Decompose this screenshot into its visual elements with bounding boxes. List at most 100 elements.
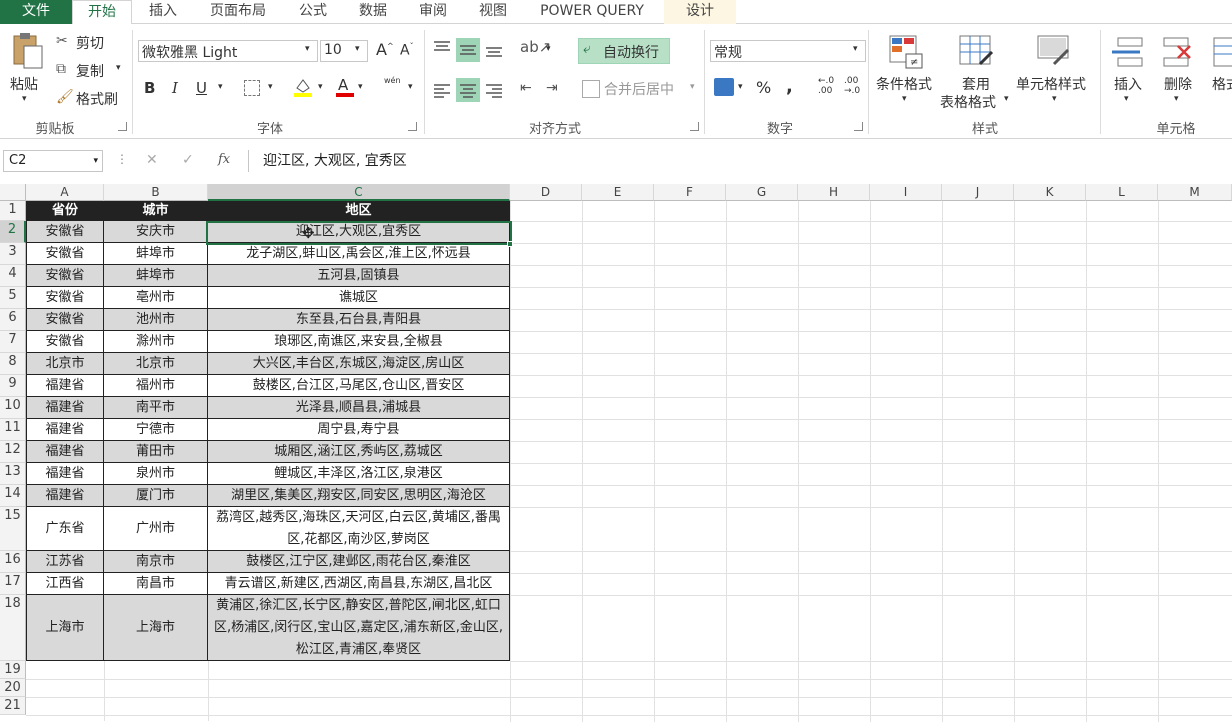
table-cell[interactable]: 安徽省 (26, 243, 104, 265)
table-cell[interactable]: 安徽省 (26, 265, 104, 287)
table-cell[interactable]: 鼓楼区,江宁区,建邺区,雨花台区,秦淮区 (208, 551, 510, 573)
italic-button[interactable]: I (172, 79, 178, 97)
table-cell[interactable]: 滁州市 (104, 331, 208, 353)
align-bottom-icon[interactable] (484, 38, 504, 58)
table-cell[interactable]: 泉州市 (104, 463, 208, 485)
tab-view[interactable]: 视图 (470, 0, 516, 24)
table-cell[interactable]: 安徽省 (26, 331, 104, 353)
font-color-icon[interactable]: A (334, 76, 356, 98)
table-cell[interactable]: 福建省 (26, 485, 104, 507)
table-cell[interactable]: 北京市 (26, 353, 104, 375)
bold-button[interactable]: B (144, 79, 155, 97)
decrease-decimal-icon[interactable]: .00 →.0 (844, 76, 860, 96)
table-cell[interactable]: 鼓楼区,台江区,马尾区,仓山区,晋安区 (208, 375, 510, 397)
table-cell[interactable]: 大兴区,丰台区,东城区,海淀区,房山区 (208, 353, 510, 375)
chevron-down-icon[interactable]: ▾ (218, 82, 223, 92)
table-cell[interactable]: 南昌市 (104, 573, 208, 595)
table-cell[interactable]: 青云谱区,新建区,西湖区,南昌县,东湖区,昌北区 (208, 573, 510, 595)
table-header-cell[interactable]: 地区 (208, 201, 510, 221)
increase-decimal-icon[interactable]: ←.0.00 (818, 76, 834, 96)
chevron-down-icon[interactable]: ▾ (318, 82, 323, 92)
chevron-down-icon[interactable]: ▾ (408, 82, 413, 92)
table-cell[interactable]: 五河县,固镇县 (208, 265, 510, 287)
table-cell[interactable]: 谯城区 (208, 287, 510, 309)
merge-center-button[interactable]: 合并后居中 (604, 79, 674, 99)
increase-indent-icon[interactable]: ⇥ (546, 80, 558, 96)
comma-button[interactable]: , (786, 76, 793, 97)
column-header-a[interactable]: A (26, 184, 104, 201)
column-header-m[interactable]: M (1158, 184, 1232, 201)
table-cell[interactable]: 福建省 (26, 441, 104, 463)
paste-button[interactable]: 粘贴 (10, 74, 38, 94)
delete-cells-button[interactable]: 删除 (1164, 74, 1192, 94)
chevron-down-icon[interactable]: ▾ (690, 82, 695, 92)
tab-page-layout[interactable]: 页面布局 (200, 0, 276, 24)
column-header-g[interactable]: G (726, 184, 798, 201)
table-cell[interactable]: 蚌埠市 (104, 265, 208, 287)
alignment-launcher-icon[interactable] (690, 122, 699, 131)
grow-font-icon[interactable]: A^ (376, 40, 394, 59)
cancel-icon[interactable]: ✕ (146, 152, 158, 168)
row-header-15[interactable]: 15 (0, 507, 26, 551)
cut-button[interactable]: 剪切 (76, 33, 104, 53)
wrap-text-button[interactable]: ⤶ 自动换行 (578, 38, 670, 64)
table-cell[interactable]: 龙子湖区,蚌山区,禹会区,淮上区,怀远县 (208, 243, 510, 265)
row-header-20[interactable]: 20 (0, 679, 26, 697)
table-cell[interactable]: 安徽省 (26, 221, 104, 243)
font-name-select[interactable]: 微软雅黑 Light ▾ (138, 40, 318, 62)
chevron-down-icon[interactable]: ▾ (738, 82, 743, 92)
column-header-i[interactable]: I (870, 184, 942, 201)
column-header-k[interactable]: K (1014, 184, 1086, 201)
copy-button[interactable]: 复制 (76, 61, 104, 81)
fill-color-icon[interactable] (292, 76, 314, 98)
table-cell[interactable]: 江西省 (26, 573, 104, 595)
row-header-18[interactable]: 18 (0, 595, 26, 661)
table-cell[interactable]: 莆田市 (104, 441, 208, 463)
align-top-icon[interactable] (432, 38, 452, 58)
format-as-table-line1[interactable]: 套用 (962, 74, 990, 94)
table-cell[interactable]: 亳州市 (104, 287, 208, 309)
table-cell[interactable]: 池州市 (104, 309, 208, 331)
column-header-f[interactable]: F (654, 184, 726, 201)
table-cell[interactable]: 光泽县,顺昌县,浦城县 (208, 397, 510, 419)
shrink-font-icon[interactable]: Aˇ (400, 42, 414, 59)
table-cell[interactable]: 福建省 (26, 419, 104, 441)
chevron-down-icon[interactable]: ▾ (1174, 94, 1179, 104)
cell-styles-button[interactable]: 单元格样式 (1016, 74, 1086, 94)
chevron-down-icon[interactable]: ▾ (1124, 94, 1129, 104)
table-cell[interactable]: 上海市 (104, 595, 208, 661)
select-all-corner[interactable] (0, 184, 26, 201)
conditional-format-button[interactable]: 条件格式 (876, 74, 932, 94)
phonetic-guide-icon[interactable]: wén (384, 76, 401, 85)
font-launcher-icon[interactable] (408, 122, 417, 131)
align-middle-icon[interactable] (456, 38, 480, 62)
format-as-table-button[interactable]: 表格格式 (940, 92, 996, 112)
decrease-indent-icon[interactable]: ⇤ (520, 80, 532, 96)
number-launcher-icon[interactable] (854, 122, 863, 131)
table-cell[interactable]: 江苏省 (26, 551, 104, 573)
fill-handle[interactable] (507, 241, 513, 247)
table-cell[interactable]: 城厢区,涵江区,秀屿区,荔城区 (208, 441, 510, 463)
tab-data[interactable]: 数据 (350, 0, 396, 24)
underline-button[interactable]: U (196, 79, 207, 97)
table-cell[interactable]: 安徽省 (26, 287, 104, 309)
table-cell[interactable]: 湖里区,集美区,翔安区,同安区,思明区,海沧区 (208, 485, 510, 507)
column-header-e[interactable]: E (582, 184, 654, 201)
chevron-down-icon[interactable]: ▾ (1052, 94, 1057, 104)
percent-button[interactable]: % (756, 78, 771, 97)
paste-icon[interactable] (10, 32, 44, 72)
column-header-l[interactable]: L (1086, 184, 1158, 201)
table-cell[interactable]: 蚌埠市 (104, 243, 208, 265)
tab-power-query[interactable]: POWER QUERY (530, 0, 654, 24)
align-left-icon[interactable] (432, 80, 452, 100)
table-cell[interactable]: 安徽省 (26, 309, 104, 331)
tab-insert[interactable]: 插入 (140, 0, 186, 24)
border-icon[interactable] (244, 80, 260, 96)
format-cells-button[interactable]: 格式 (1212, 74, 1232, 94)
number-format-select[interactable]: 常规 ▾ (710, 40, 866, 62)
align-center-icon[interactable] (456, 78, 480, 102)
table-cell[interactable]: 北京市 (104, 353, 208, 375)
column-header-h[interactable]: H (798, 184, 870, 201)
insert-function-button[interactable]: fx (218, 152, 230, 167)
chevron-down-icon[interactable]: ▾ (546, 44, 551, 54)
